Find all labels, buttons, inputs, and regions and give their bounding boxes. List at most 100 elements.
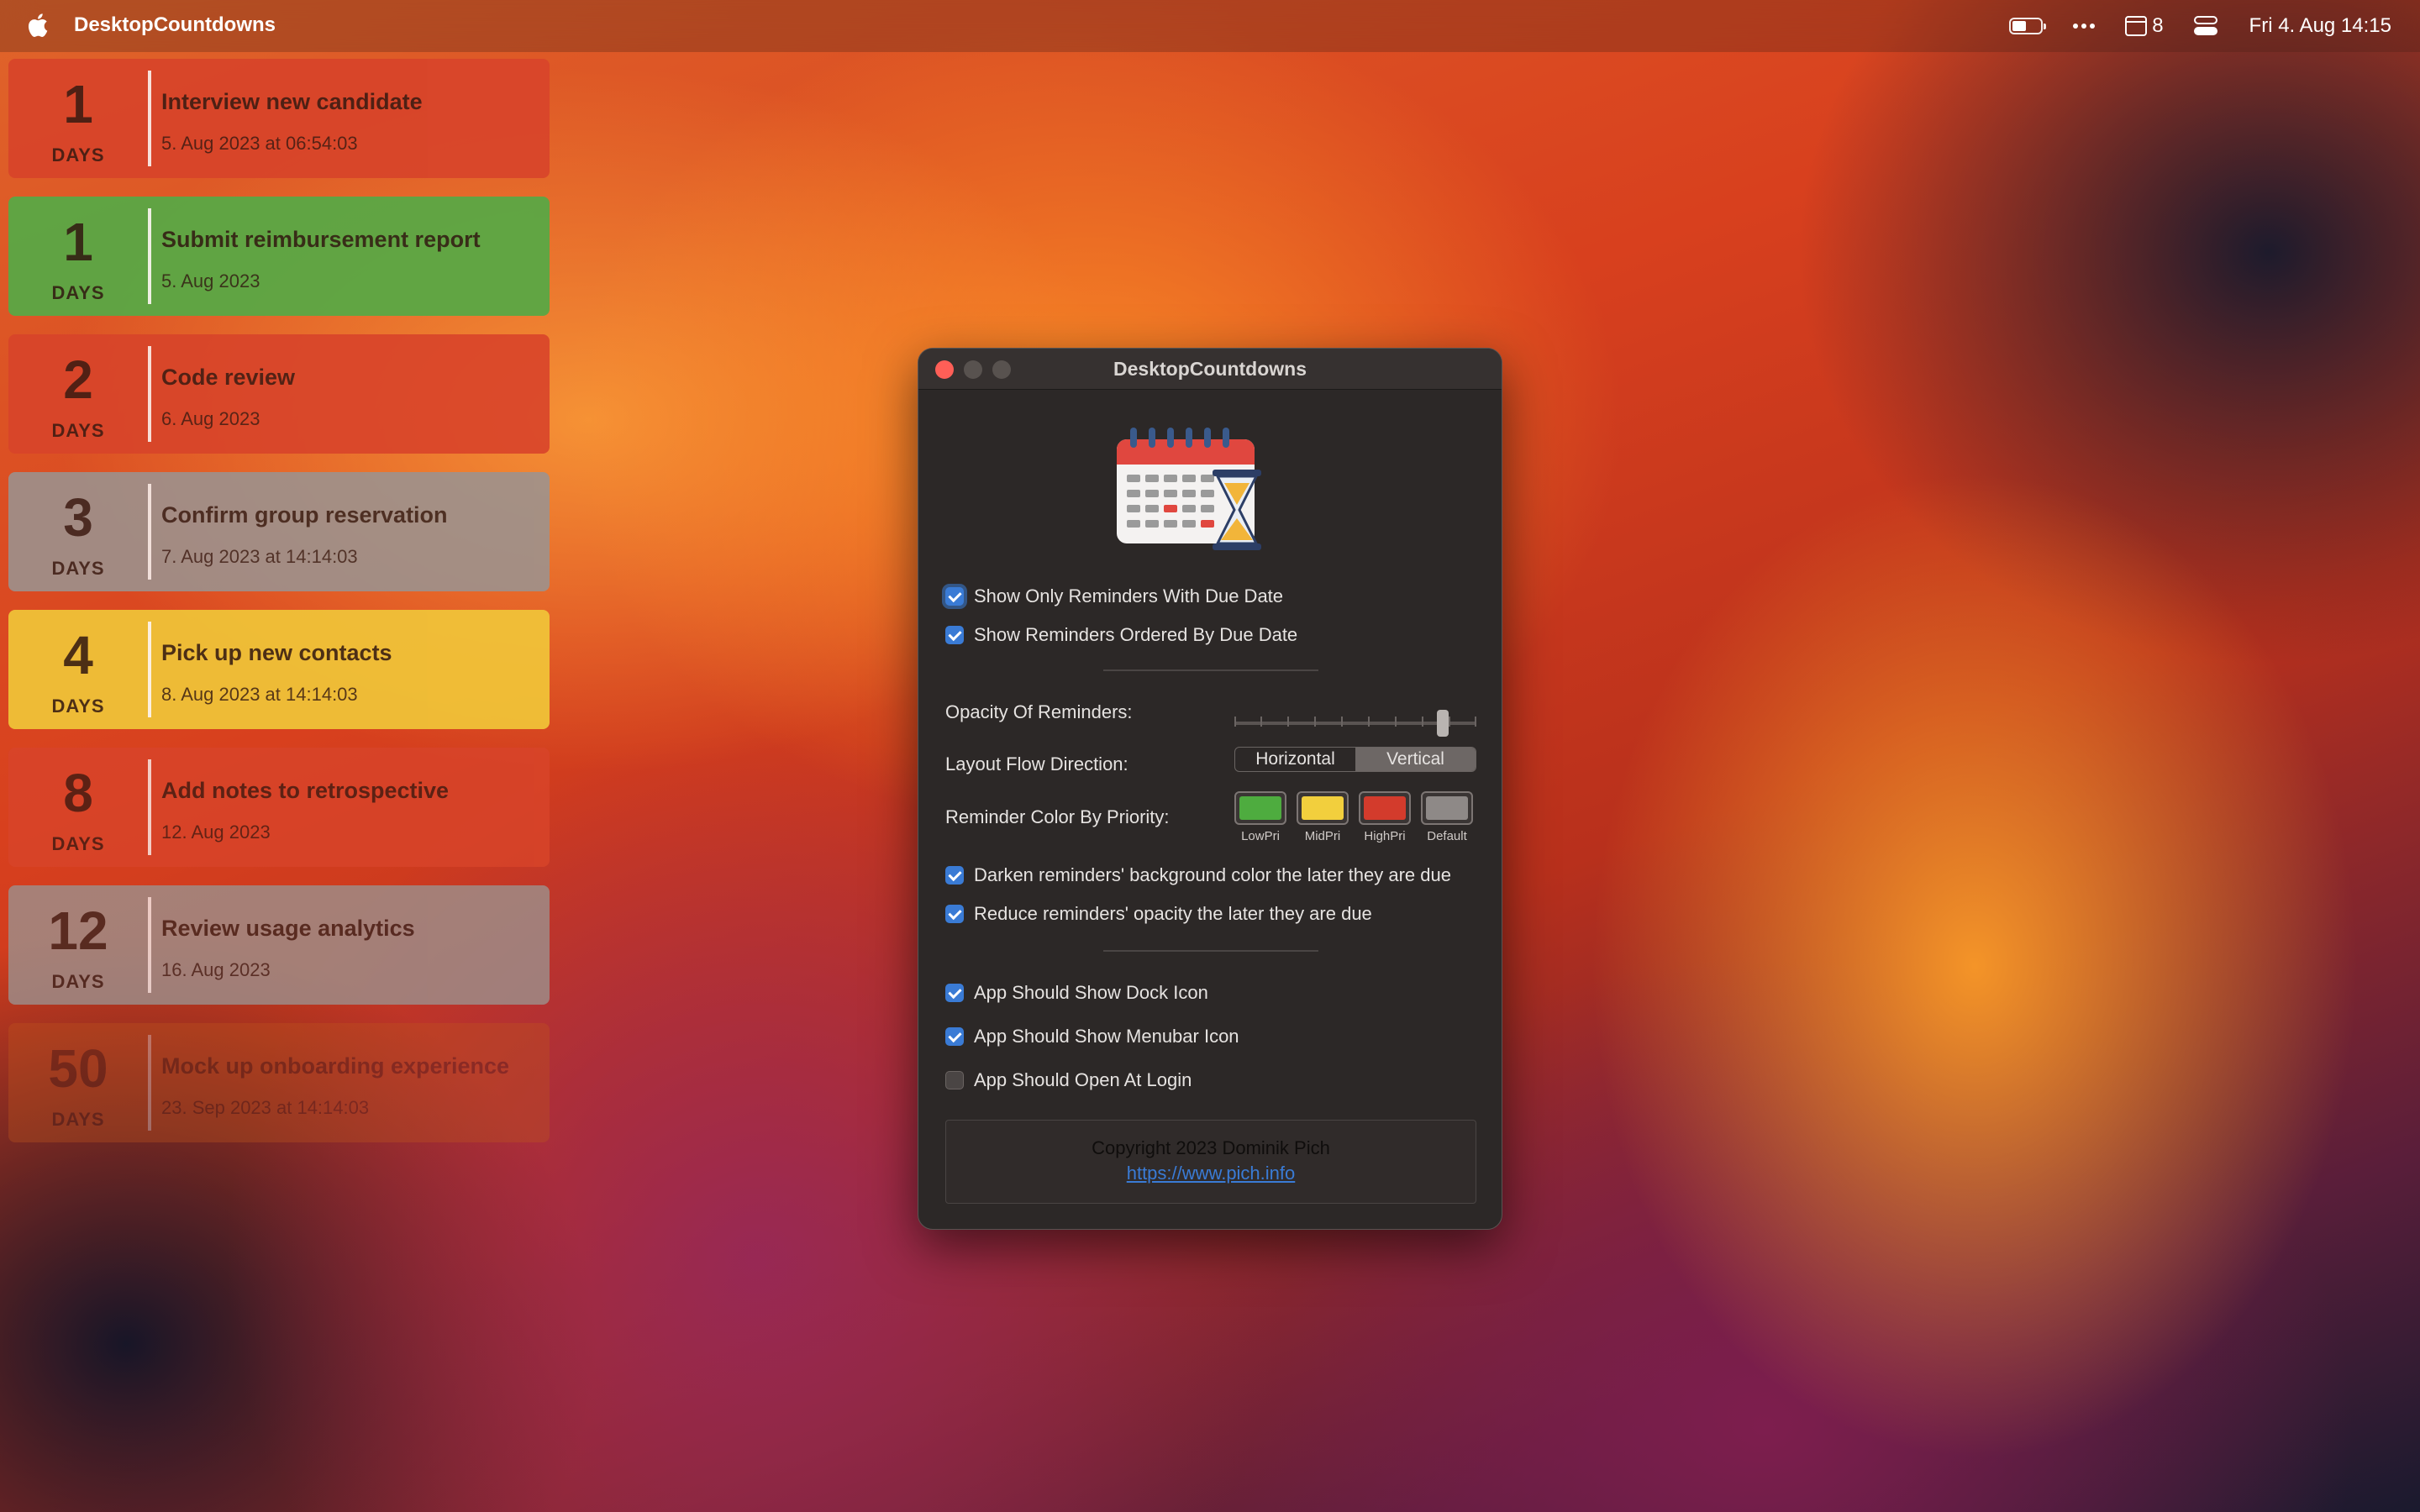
priority-color-label: Reminder Color By Priority: <box>945 806 1170 827</box>
darken-row[interactable]: Darken reminders' background color the l… <box>945 863 1451 888</box>
darken-checkbox[interactable] <box>945 866 964 885</box>
reminder-due-date: 7. Aug 2023 at 14:14:03 <box>161 546 358 567</box>
swatch-caption: LowPri <box>1241 829 1280 843</box>
card-divider <box>148 346 151 442</box>
reminder-title: Submit reimbursement report <box>161 227 481 252</box>
open-at-login-row[interactable]: App Should Open At Login <box>945 1068 1192 1093</box>
reminder-card[interactable]: 8 DAYS Add notes to retrospective 12. Aug… <box>8 748 550 867</box>
menubar-icon-checkbox[interactable] <box>945 1027 964 1046</box>
days-unit: DAYS <box>51 971 105 992</box>
ordered-by-due-row[interactable]: Show Reminders Ordered By Due Date <box>945 622 1297 648</box>
control-center-icon[interactable] <box>2193 16 2219 36</box>
menubar-icon-label[interactable]: App Should Show Menubar Icon <box>974 1026 1239 1047</box>
reminder-card[interactable]: 50 DAYS Mock up onboarding experience 23.… <box>8 1023 550 1142</box>
slider-thumb[interactable] <box>1437 710 1449 737</box>
menubar-clock[interactable]: Fri 4. Aug 14:15 <box>2249 14 2391 38</box>
active-app-name[interactable]: DesktopCountdowns <box>74 13 276 37</box>
reminder-due-date: 8. Aug 2023 at 14:14:03 <box>161 684 358 705</box>
days-unit: DAYS <box>51 282 105 303</box>
show-only-due-row[interactable]: Show Only Reminders With Due Date <box>945 584 1283 609</box>
segment-vertical[interactable]: Vertical <box>1355 748 1476 771</box>
days-unit: DAYS <box>51 833 105 854</box>
reminder-title: Pick up new contacts <box>161 640 392 665</box>
reminder-card[interactable]: 2 DAYS Code review 6. Aug 2023 <box>8 334 550 454</box>
slider-tick <box>1368 717 1370 727</box>
reduce-opacity-label[interactable]: Reduce reminders' opacity the later they… <box>974 903 1372 925</box>
card-divider <box>148 484 151 580</box>
slider-tick <box>1341 717 1343 727</box>
reminder-title: Review usage analytics <box>161 916 415 941</box>
high-priority-swatch[interactable]: HighPri <box>1359 791 1411 843</box>
calendar-icon <box>2125 16 2148 36</box>
days-count: 8 <box>63 763 93 823</box>
slider-tick <box>1287 717 1289 727</box>
card-divider <box>148 759 151 855</box>
ordered-by-due-label[interactable]: Show Reminders Ordered By Due Date <box>974 624 1297 646</box>
days-unit: DAYS <box>51 1109 105 1130</box>
show-only-due-checkbox[interactable] <box>945 587 964 606</box>
reminder-card[interactable]: 1 DAYS Submit reimbursement report 5. Aug… <box>8 197 550 316</box>
calendar-count: 8 <box>2152 14 2164 37</box>
reminder-card[interactable]: 4 DAYS Pick up new contacts 8. Aug 2023 a… <box>8 610 550 729</box>
low-priority-swatch[interactable]: LowPri <box>1234 791 1286 843</box>
preferences-window: DesktopCountdowns Show Only Reminders Wi… <box>918 348 1502 1230</box>
open-at-login-label[interactable]: App Should Open At Login <box>974 1069 1192 1091</box>
window-titlebar[interactable]: DesktopCountdowns <box>918 349 1502 390</box>
dock-icon-row[interactable]: App Should Show Dock Icon <box>945 980 1208 1005</box>
slider-tick <box>1395 717 1397 727</box>
swatch-caption: Default <box>1427 829 1467 843</box>
reminder-title: Interview new candidate <box>161 89 423 114</box>
dock-icon-label[interactable]: App Should Show Dock Icon <box>974 982 1208 1004</box>
reminder-title: Add notes to retrospective <box>161 778 450 803</box>
dock-icon-checkbox[interactable] <box>945 984 964 1002</box>
reminder-title: Mock up onboarding experience <box>161 1053 510 1079</box>
card-divider <box>148 897 151 993</box>
reduce-opacity-checkbox[interactable] <box>945 905 964 923</box>
card-divider <box>148 622 151 717</box>
color-well-fill <box>1302 796 1344 820</box>
layout-direction-control[interactable]: Horizontal Vertical <box>1234 747 1476 772</box>
opacity-slider[interactable] <box>1234 708 1476 738</box>
reminder-title: Confirm group reservation <box>161 502 448 528</box>
reduce-opacity-row[interactable]: Reduce reminders' opacity the later they… <box>945 901 1372 927</box>
more-icon[interactable] <box>2073 24 2096 29</box>
segment-horizontal[interactable]: Horizontal <box>1235 748 1355 771</box>
mid-priority-swatch[interactable]: MidPri <box>1297 791 1349 843</box>
copyright-text: Copyright 2023 Dominik Pich <box>1092 1137 1330 1158</box>
color-well-fill <box>1239 796 1281 820</box>
countdowns-menubar-item[interactable]: 8 <box>2125 14 2164 38</box>
window-title: DesktopCountdowns <box>1113 358 1307 380</box>
menubar-icon-row[interactable]: App Should Show Menubar Icon <box>945 1024 1239 1049</box>
days-unit: DAYS <box>51 144 105 165</box>
apple-menu-icon[interactable] <box>25 12 49 39</box>
darken-label[interactable]: Darken reminders' background color the l… <box>974 864 1451 886</box>
slider-tick <box>1234 717 1236 727</box>
reminder-due-date: 6. Aug 2023 <box>161 408 260 429</box>
card-divider <box>148 71 151 166</box>
ordered-by-due-checkbox[interactable] <box>945 626 964 644</box>
default-priority-swatch[interactable]: Default <box>1421 791 1473 843</box>
card-divider <box>148 1035 151 1131</box>
swatch-caption: HighPri <box>1364 829 1406 843</box>
reminder-card[interactable]: 12 DAYS Review usage analytics 16. Aug 20… <box>8 885 550 1005</box>
slider-tick <box>1422 717 1423 727</box>
reminder-due-date: 23. Sep 2023 at 14:14:03 <box>161 1097 370 1118</box>
swatch-caption: MidPri <box>1304 829 1341 843</box>
slider-tick <box>1449 717 1450 727</box>
battery-icon[interactable] <box>2009 18 2047 34</box>
opacity-label: Opacity Of Reminders: <box>945 701 1133 722</box>
slider-tick <box>1260 717 1262 727</box>
reminder-due-date: 12. Aug 2023 <box>161 822 271 843</box>
days-unit: DAYS <box>51 696 105 717</box>
slider-tick <box>1314 717 1316 727</box>
reminder-card[interactable]: 3 DAYS Confirm group reservation 7. Aug 2… <box>8 472 550 591</box>
color-well-fill <box>1364 796 1406 820</box>
days-count: 50 <box>48 1038 108 1099</box>
section-divider <box>1103 669 1318 671</box>
days-count: 12 <box>48 900 108 961</box>
reminder-card[interactable]: 1 DAYS Interview new candidate 5. Aug 202… <box>8 59 550 178</box>
open-at-login-checkbox[interactable] <box>945 1071 964 1089</box>
website-link[interactable]: https://www.pich.info <box>946 1163 1476 1184</box>
section-divider <box>1103 950 1318 952</box>
show-only-due-label[interactable]: Show Only Reminders With Due Date <box>974 585 1283 607</box>
